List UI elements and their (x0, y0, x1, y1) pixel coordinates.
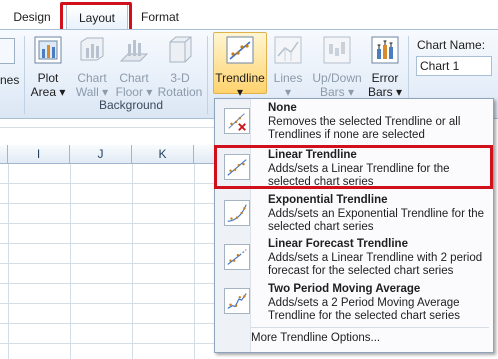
chart-floor-button[interactable]: Chart Floor ▾ (114, 34, 154, 99)
menu-item-two-period-moving-average[interactable]: Two Period Moving Average Adds/sets a 2 … (215, 283, 493, 327)
layout-tab-highlight (60, 2, 132, 32)
row-gridline (0, 203, 215, 204)
plot-area-label-2: Area ▾ (30, 85, 66, 99)
error-bars-label-2: Bars ▾ (367, 85, 403, 99)
menu-item-description: Adds/sets an Exponential Trendline for t… (268, 208, 485, 233)
3d-rotation-label: 3-D (170, 71, 190, 85)
menu-item-description: Removes the selected Trendline or all Tr… (268, 116, 461, 141)
ribbon-tab-bar: Design Layout Format (0, 0, 498, 32)
column-gridline (8, 164, 9, 359)
menu-item-title: None (268, 102, 297, 114)
more-trendline-options[interactable]: More Trendline Options... (215, 330, 493, 350)
lines-button[interactable]: Lines ▾ (270, 34, 306, 99)
column-gridline (70, 164, 71, 359)
chart-floor-label: Chart (119, 71, 149, 85)
lines-icon (274, 36, 302, 64)
column-header-k[interactable]: K (132, 145, 194, 163)
menu-item-description: Adds/sets a Linear Trendline with 2 peri… (268, 252, 483, 277)
menu-separator (251, 327, 489, 328)
chart-wall-icon (80, 37, 104, 61)
tab-design[interactable]: Design (2, 6, 62, 28)
linear-trendline-highlight (214, 145, 493, 189)
linear-forecast-trendline-icon (224, 244, 250, 270)
row-gridline (0, 323, 215, 324)
chart-name-label: Chart Name: (417, 38, 486, 52)
menu-item-linear-forecast-trendline[interactable]: Linear Forecast Trendline Adds/sets a Li… (215, 238, 493, 282)
plot-area-label: Plot (37, 71, 59, 85)
column-header-j[interactable]: J (70, 145, 132, 163)
trendline-button[interactable]: Trendline ▾ (213, 34, 267, 99)
menu-item-title: Two Period Moving Average (268, 283, 421, 295)
row-gridline (0, 183, 215, 184)
group-separator (24, 36, 25, 114)
up-down-bars-label-2: Bars ▾ (319, 85, 355, 99)
partial-button-label: nes (0, 73, 20, 87)
group-separator (207, 36, 208, 114)
trendline-icon (226, 36, 254, 64)
trendline-dropdown-menu: None Removes the selected Trendline or a… (214, 98, 494, 353)
moving-average-icon (224, 288, 250, 314)
menu-item-description: Adds/sets a 2 Period Moving Average Tren… (268, 297, 460, 322)
column-header-partial[interactable] (0, 145, 8, 163)
chart-wall-label-2: Wall ▾ (75, 85, 109, 99)
row-gridline (0, 243, 215, 244)
chart-name-input[interactable]: Chart 1 (416, 56, 492, 76)
chart-wall-button[interactable]: Chart Wall ▾ (72, 34, 112, 99)
lines-label: Lines (273, 71, 303, 85)
more-trendline-options-label: More Trendline Options... (251, 332, 381, 344)
column-header-bar: I J K (0, 145, 215, 164)
plot-area-button[interactable]: Plot Area ▾ (28, 34, 68, 99)
chart-floor-label-2: Floor ▾ (115, 85, 153, 99)
column-gridline (194, 164, 195, 359)
row-gridline (0, 223, 215, 224)
plot-area-icon (34, 36, 62, 64)
exponential-trendline-icon (224, 200, 250, 226)
chart-wall-label: Chart (77, 71, 107, 85)
trendline-label: Trendline (215, 71, 265, 85)
background-group-label: Background (98, 98, 164, 112)
up-down-bars-icon (323, 36, 351, 64)
error-bars-icon (371, 36, 399, 64)
column-header-i[interactable]: I (8, 145, 70, 163)
3d-rotation-button[interactable]: 3-D Rotation (155, 34, 205, 99)
row-gridline (0, 127, 215, 128)
menu-item-exponential-trendline[interactable]: Exponential Trendline Adds/sets an Expon… (215, 194, 493, 238)
error-bars-button[interactable]: Error Bars ▾ (366, 34, 404, 99)
menu-item-none[interactable]: None Removes the selected Trendline or a… (215, 102, 493, 146)
column-gridline (132, 164, 133, 359)
row-gridline (0, 283, 215, 284)
up-down-bars-label: Up/Down (312, 71, 362, 85)
tab-format[interactable]: Format (132, 6, 188, 28)
row-gridline (0, 303, 215, 304)
no-trendline-icon (224, 108, 250, 134)
row-gridline (0, 263, 215, 264)
menu-item-title: Linear Forecast Trendline (268, 238, 408, 250)
lines-dropdown-arrow: ▾ (284, 85, 292, 99)
partial-icon (0, 38, 15, 64)
menu-item-title: Exponential Trendline (268, 194, 388, 206)
trendline-dropdown-arrow: ▾ (236, 85, 244, 99)
row-gridline (0, 343, 215, 344)
3d-rotation-label-2: Rotation (157, 85, 203, 99)
3d-rotation-icon (169, 36, 192, 63)
error-bars-label: Error (371, 71, 399, 85)
up-down-bars-button[interactable]: Up/Down Bars ▾ (309, 34, 365, 99)
chart-floor-icon (119, 40, 149, 62)
